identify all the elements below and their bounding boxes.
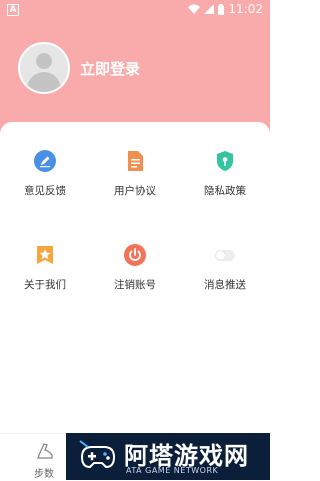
watermark-banner: 阿塔游戏网 ATA GAME NETWORK bbox=[66, 433, 270, 480]
menu-card: 意见反馈 用户协议 隐私政策 关于我们 注销账号 消息推送 bbox=[0, 122, 270, 422]
star-icon bbox=[37, 246, 53, 264]
menu-item-label: 隐私政策 bbox=[204, 185, 246, 197]
watermark-subtitle: ATA GAME NETWORK bbox=[126, 466, 219, 475]
menu-item-feedback[interactable]: 意见反馈 bbox=[0, 150, 90, 210]
status-time: 11:02 bbox=[228, 2, 263, 16]
menu-item-label: 用户协议 bbox=[114, 185, 156, 197]
tab-steps-label: 步数 bbox=[34, 469, 54, 480]
menu-item-label: 关于我们 bbox=[24, 279, 66, 291]
power-icon bbox=[124, 244, 146, 266]
menu-item-push-notifications: 消息推送 bbox=[180, 244, 270, 304]
status-bar: A 11:02 bbox=[0, 0, 270, 20]
battery-icon bbox=[218, 3, 225, 15]
toggle-knob bbox=[216, 251, 225, 260]
menu-item-label: 注销账号 bbox=[114, 279, 156, 291]
menu-item-label: 意见反馈 bbox=[24, 185, 66, 197]
notification-a-icon: A bbox=[7, 4, 19, 16]
menu-item-about-us[interactable]: 关于我们 bbox=[0, 244, 90, 304]
status-right: 11:02 bbox=[188, 2, 263, 16]
gamepad-logo-icon bbox=[79, 440, 116, 469]
signal-icon bbox=[204, 4, 215, 14]
menu-item-label: 消息推送 bbox=[204, 279, 246, 291]
shoe-icon bbox=[37, 443, 53, 459]
avatar[interactable] bbox=[18, 42, 70, 94]
avatar-head bbox=[36, 53, 52, 69]
shield-icon bbox=[217, 151, 233, 171]
menu-item-delete-account[interactable]: 注销账号 bbox=[90, 244, 180, 304]
login-button[interactable]: 立即登录 bbox=[80, 58, 140, 79]
feedback-pencil-icon bbox=[34, 150, 56, 172]
menu-item-user-agreement[interactable]: 用户协议 bbox=[90, 150, 180, 210]
avatar-body bbox=[27, 72, 61, 92]
document-icon bbox=[128, 151, 143, 171]
wifi-icon bbox=[188, 4, 201, 14]
push-notification-toggle[interactable] bbox=[215, 250, 235, 261]
menu-item-privacy-policy[interactable]: 隐私政策 bbox=[180, 150, 270, 210]
